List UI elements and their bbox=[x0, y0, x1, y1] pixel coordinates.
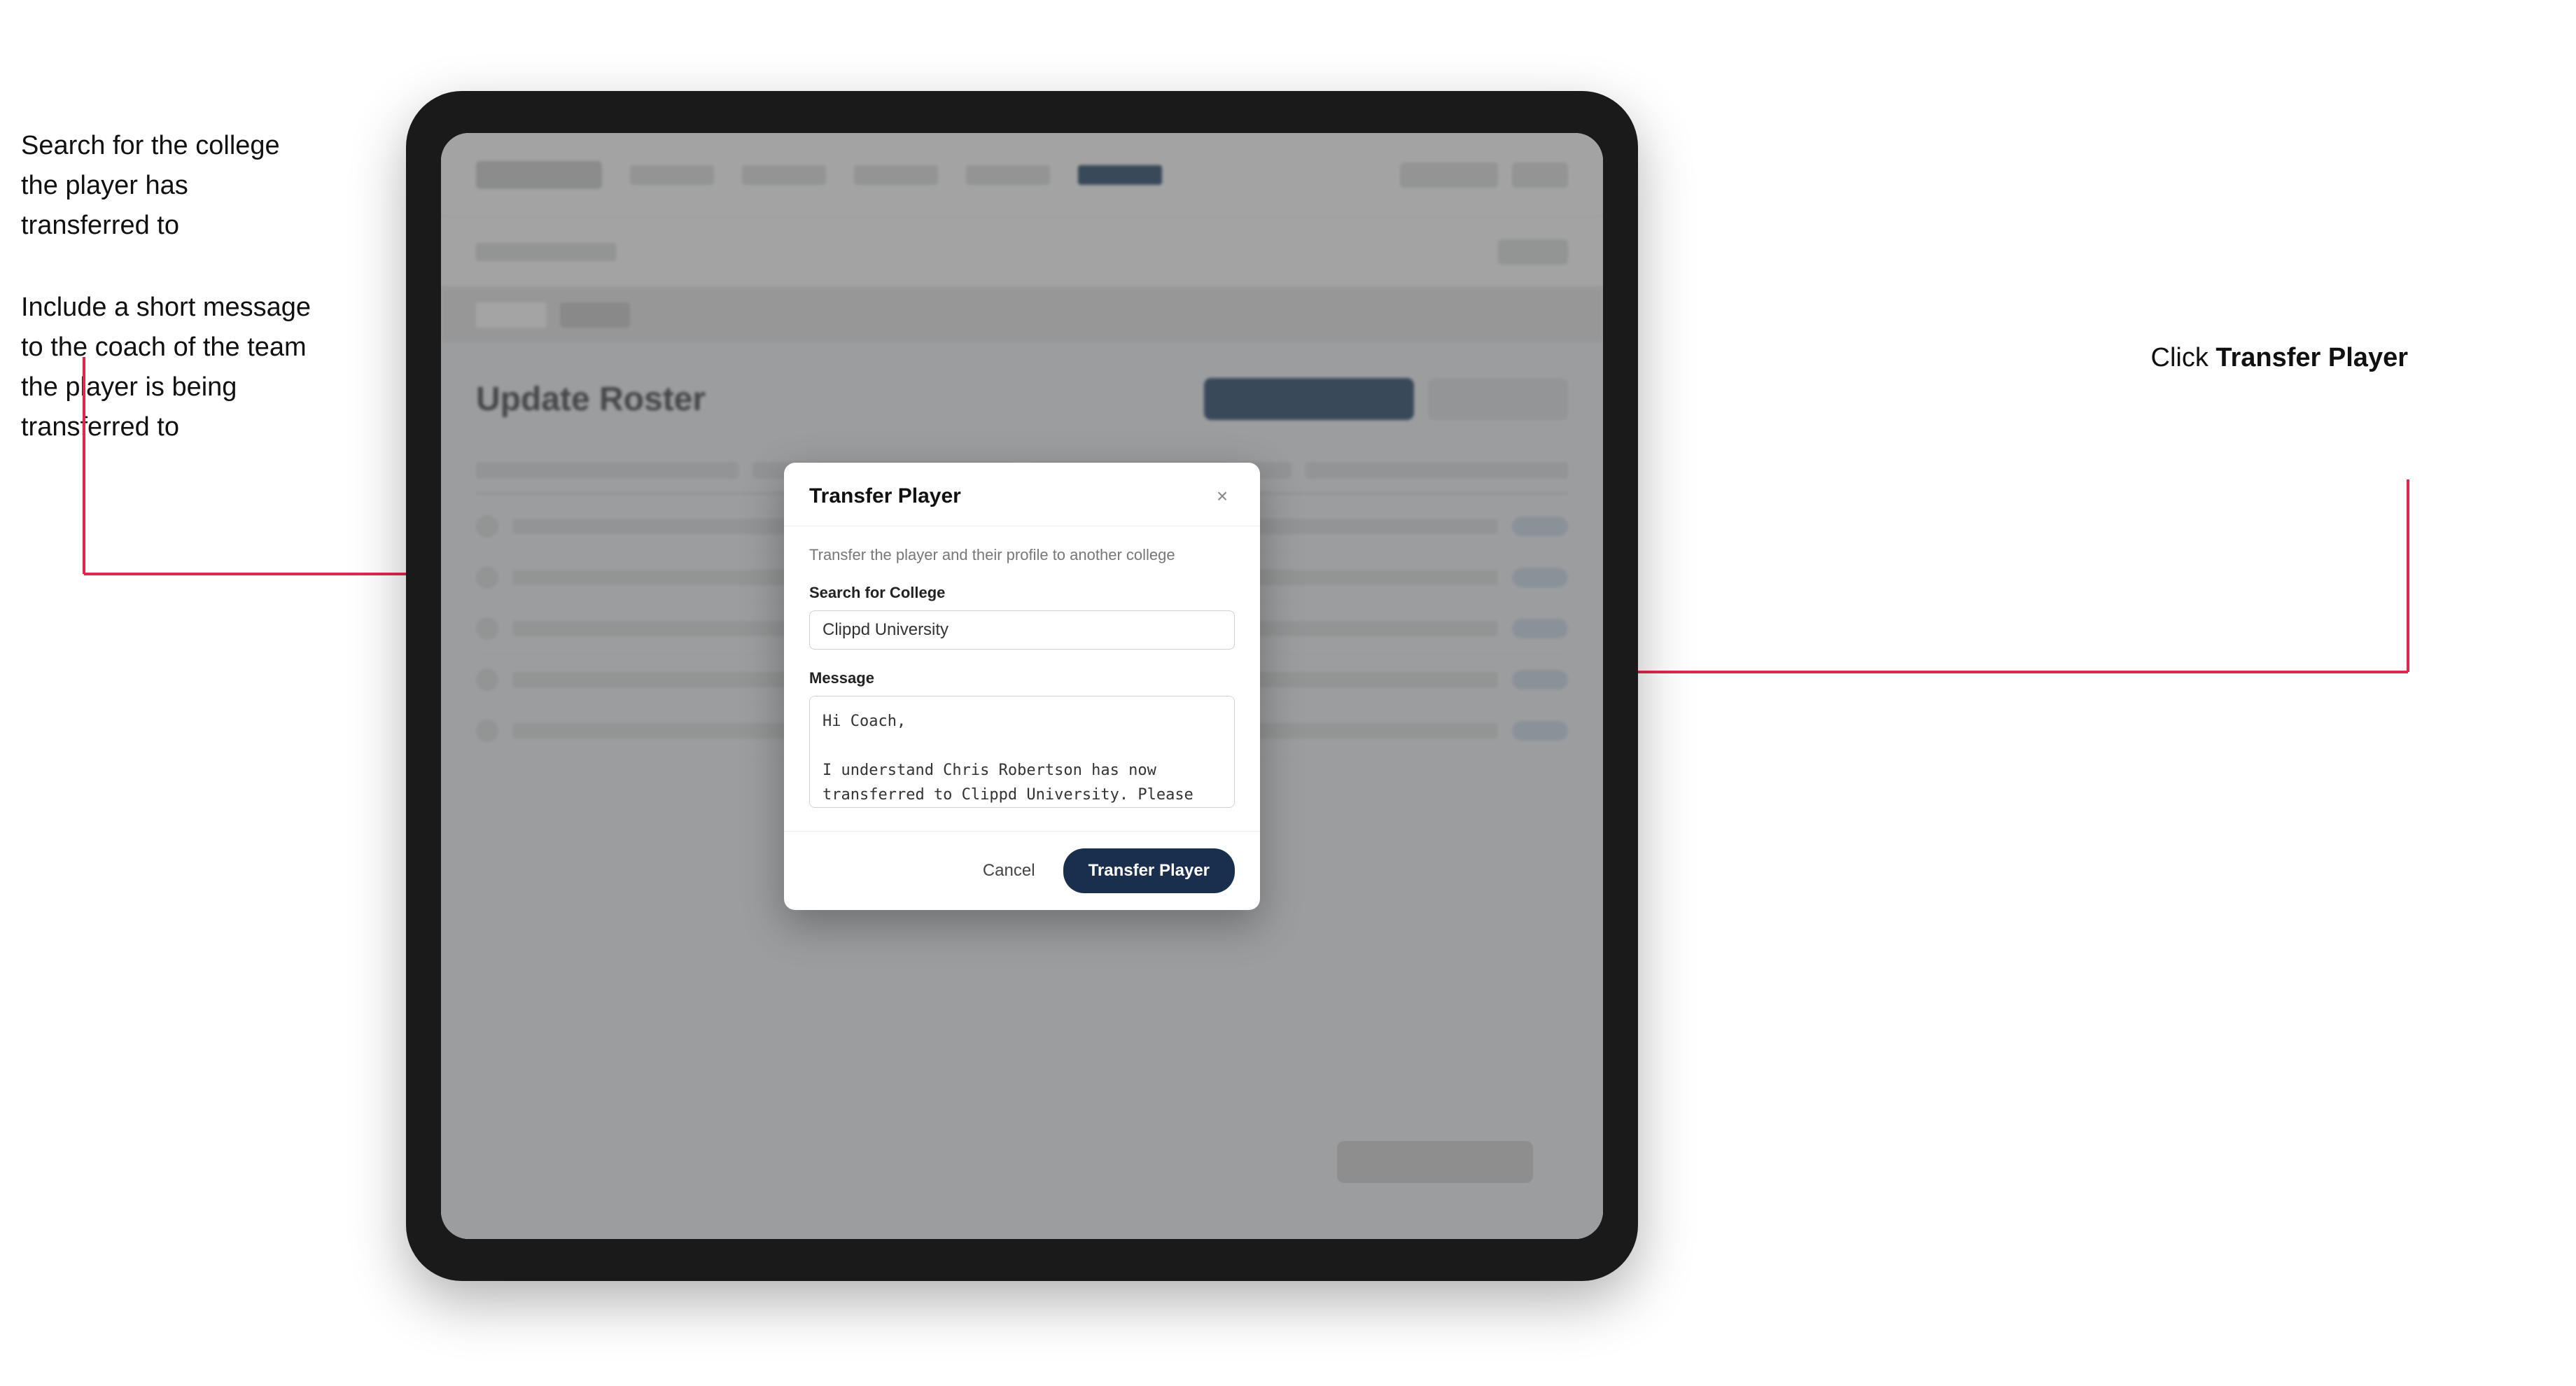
modal-overlay: Transfer Player × Transfer the player an… bbox=[441, 133, 1603, 1239]
annotation-text-1: Search for the college the player has tr… bbox=[21, 126, 315, 246]
modal-body: Transfer the player and their profile to… bbox=[784, 526, 1260, 831]
annotation-text-2: Include a short message to the coach of … bbox=[21, 288, 315, 447]
annotation-right-prefix: Click bbox=[2151, 343, 2216, 372]
message-textarea[interactable]: Hi Coach, I understand Chris Robertson h… bbox=[809, 696, 1235, 808]
modal-header: Transfer Player × bbox=[784, 463, 1260, 526]
search-college-input[interactable] bbox=[809, 610, 1235, 650]
modal-footer: Cancel Transfer Player bbox=[784, 831, 1260, 910]
cancel-button[interactable]: Cancel bbox=[969, 854, 1049, 888]
annotation-right: Click Transfer Player bbox=[2151, 343, 2409, 373]
message-label: Message bbox=[809, 669, 1235, 687]
modal-title: Transfer Player bbox=[809, 484, 961, 508]
tablet-screen: Update Roster bbox=[441, 133, 1603, 1239]
annotation-left: Search for the college the player has tr… bbox=[21, 126, 315, 489]
transfer-player-button[interactable]: Transfer Player bbox=[1063, 848, 1235, 893]
transfer-player-modal: Transfer Player × Transfer the player an… bbox=[784, 463, 1260, 910]
modal-description: Transfer the player and their profile to… bbox=[809, 546, 1235, 564]
tablet-device: Update Roster bbox=[406, 91, 1638, 1281]
modal-close-button[interactable]: × bbox=[1210, 484, 1235, 509]
annotation-right-bold: Transfer Player bbox=[2216, 343, 2408, 372]
search-college-label: Search for College bbox=[809, 584, 1235, 602]
